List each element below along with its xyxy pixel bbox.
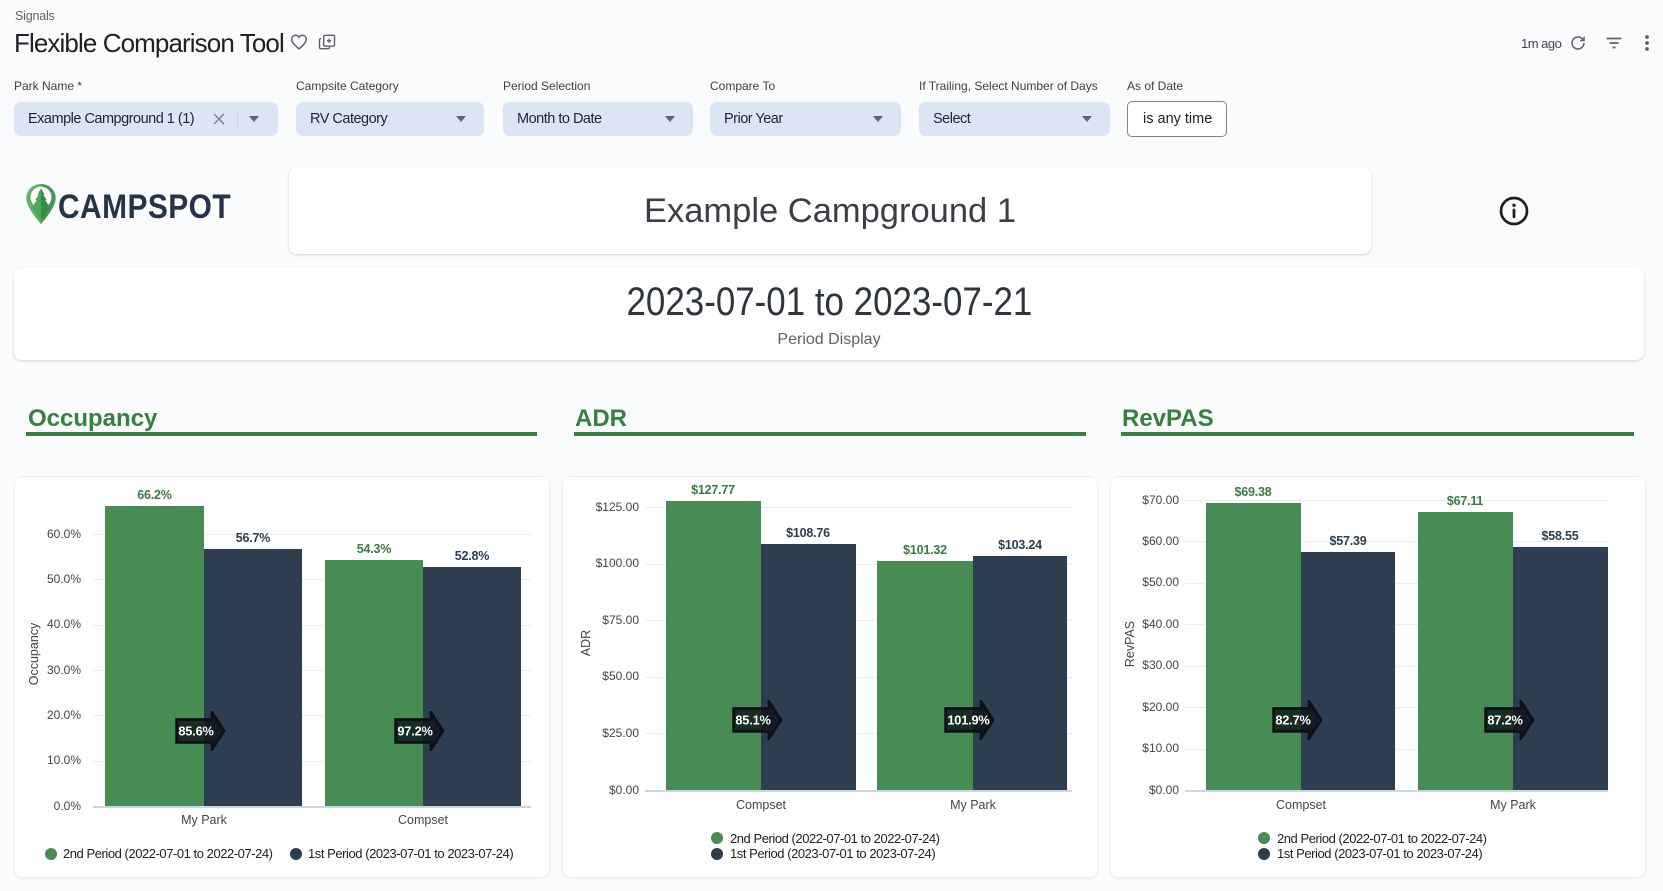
svg-text:101.9%: 101.9% bbox=[947, 712, 990, 727]
svg-text:97.2%: 97.2% bbox=[397, 723, 433, 738]
svg-text:87.2%: 87.2% bbox=[1487, 712, 1523, 727]
svg-text:85.1%: 85.1% bbox=[735, 712, 771, 727]
svg-text:82.7%: 82.7% bbox=[1275, 712, 1311, 727]
svg-text:85.6%: 85.6% bbox=[178, 723, 214, 738]
